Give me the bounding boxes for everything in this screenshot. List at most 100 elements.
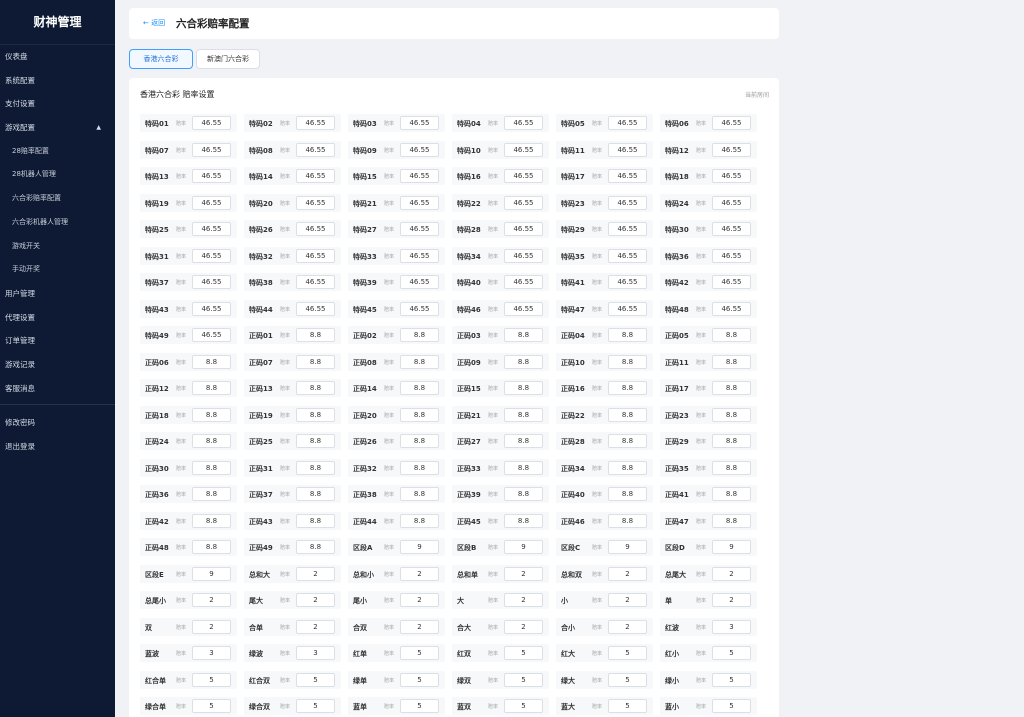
odds-input[interactable]: 8.8 [296, 434, 335, 448]
sidebar-item[interactable]: 代理设置 [0, 306, 115, 330]
odds-input[interactable]: 2 [504, 619, 543, 634]
sidebar-item[interactable]: 游戏开关 [0, 235, 115, 259]
odds-input[interactable]: 2 [608, 619, 647, 634]
odds-input[interactable]: 46.55 [296, 222, 335, 236]
sidebar-item[interactable]: 退出登录 [0, 435, 115, 459]
odds-input[interactable]: 8.8 [712, 513, 751, 528]
odds-input[interactable]: 2 [608, 593, 647, 607]
odds-input[interactable]: 8.8 [608, 487, 647, 501]
odds-input[interactable]: 8.8 [400, 328, 439, 342]
odds-input[interactable]: 2 [400, 619, 439, 634]
odds-input[interactable]: 5 [504, 672, 543, 687]
odds-input[interactable]: 8.8 [400, 460, 439, 475]
odds-input[interactable]: 46.55 [608, 169, 647, 183]
odds-input[interactable]: 46.55 [400, 301, 439, 316]
odds-input[interactable]: 2 [608, 566, 647, 581]
odds-input[interactable]: 8.8 [192, 407, 231, 422]
odds-input[interactable]: 8.8 [400, 354, 439, 369]
odds-input[interactable]: 46.55 [504, 301, 543, 316]
odds-input[interactable]: 8.8 [192, 513, 231, 528]
odds-input[interactable]: 8.8 [192, 381, 231, 395]
odds-input[interactable]: 8.8 [608, 328, 647, 342]
odds-input[interactable]: 46.55 [400, 142, 439, 157]
odds-input[interactable]: 9 [192, 566, 231, 581]
odds-input[interactable]: 8.8 [712, 328, 751, 342]
odds-input[interactable]: 46.55 [712, 301, 751, 316]
odds-input[interactable]: 8.8 [608, 434, 647, 448]
back-link[interactable]: ← 返回 [143, 18, 165, 28]
odds-input[interactable]: 2 [504, 593, 543, 607]
odds-input[interactable]: 2 [192, 619, 231, 634]
odds-input[interactable]: 5 [296, 672, 335, 687]
odds-input[interactable]: 8.8 [504, 460, 543, 475]
odds-input[interactable]: 46.55 [712, 169, 751, 183]
odds-input[interactable]: 9 [712, 540, 751, 554]
odds-input[interactable]: 8.8 [608, 354, 647, 369]
odds-input[interactable]: 46.55 [296, 116, 335, 130]
odds-input[interactable]: 5 [400, 699, 439, 713]
odds-input[interactable]: 8.8 [400, 513, 439, 528]
sidebar-item[interactable]: 系统配置 [0, 69, 115, 93]
odds-input[interactable]: 8.8 [400, 434, 439, 448]
odds-input[interactable]: 46.55 [400, 116, 439, 130]
odds-input[interactable]: 8.8 [192, 434, 231, 448]
odds-input[interactable]: 2 [192, 593, 231, 607]
odds-input[interactable]: 5 [712, 699, 751, 713]
odds-input[interactable]: 46.55 [504, 275, 543, 289]
odds-input[interactable]: 8.8 [296, 407, 335, 422]
odds-input[interactable]: 8.8 [192, 487, 231, 501]
odds-input[interactable]: 46.55 [504, 169, 543, 183]
odds-input[interactable]: 2 [400, 593, 439, 607]
odds-input[interactable]: 46.55 [296, 195, 335, 210]
odds-input[interactable]: 46.55 [712, 222, 751, 236]
odds-input[interactable]: 5 [400, 672, 439, 687]
odds-input[interactable]: 46.55 [192, 116, 231, 130]
odds-input[interactable]: 8.8 [296, 540, 335, 554]
odds-input[interactable]: 2 [296, 593, 335, 607]
odds-input[interactable]: 8.8 [504, 434, 543, 448]
odds-input[interactable]: 5 [192, 672, 231, 687]
odds-input[interactable]: 8.8 [504, 328, 543, 342]
odds-input[interactable]: 8.8 [608, 460, 647, 475]
odds-input[interactable]: 5 [296, 699, 335, 713]
odds-input[interactable]: 46.55 [608, 195, 647, 210]
odds-input[interactable]: 8.8 [192, 460, 231, 475]
odds-input[interactable]: 8.8 [504, 407, 543, 422]
odds-input[interactable]: 3 [296, 646, 335, 660]
odds-input[interactable]: 2 [712, 593, 751, 607]
odds-input[interactable]: 8.8 [296, 354, 335, 369]
odds-input[interactable]: 2 [400, 566, 439, 581]
odds-input[interactable]: 46.55 [296, 169, 335, 183]
odds-input[interactable]: 3 [712, 619, 751, 634]
odds-input[interactable]: 8.8 [192, 540, 231, 554]
odds-input[interactable]: 8.8 [504, 354, 543, 369]
odds-input[interactable]: 8.8 [400, 381, 439, 395]
sidebar-item[interactable]: 六合彩机器人管理 [0, 211, 115, 235]
sidebar-item[interactable]: 游戏配置 ▲ [0, 116, 115, 140]
odds-input[interactable]: 5 [712, 646, 751, 660]
tab-macau-lottery[interactable]: 新澳门六合彩 [196, 49, 260, 69]
odds-input[interactable]: 46.55 [712, 116, 751, 130]
sidebar-item[interactable]: 28机器人管理 [0, 163, 115, 187]
odds-input[interactable]: 9 [400, 540, 439, 554]
sidebar-item[interactable]: 修改密码 [0, 411, 115, 435]
odds-input[interactable]: 46.55 [192, 328, 231, 342]
odds-input[interactable]: 46.55 [400, 222, 439, 236]
odds-input[interactable]: 2 [712, 566, 751, 581]
odds-input[interactable]: 46.55 [296, 275, 335, 289]
odds-input[interactable]: 46.55 [504, 222, 543, 236]
odds-input[interactable]: 46.55 [192, 222, 231, 236]
sidebar-item[interactable]: 客服消息 [0, 377, 115, 401]
odds-input[interactable]: 5 [608, 699, 647, 713]
odds-input[interactable]: 3 [192, 646, 231, 660]
odds-input[interactable]: 46.55 [400, 275, 439, 289]
sidebar-item[interactable]: 订单管理 [0, 329, 115, 353]
odds-input[interactable]: 8.8 [296, 328, 335, 342]
odds-input[interactable]: 8.8 [608, 513, 647, 528]
sidebar-item[interactable]: 用户管理 [0, 282, 115, 306]
odds-input[interactable]: 9 [608, 540, 647, 554]
odds-input[interactable]: 8.8 [296, 487, 335, 501]
odds-input[interactable]: 8.8 [296, 513, 335, 528]
odds-input[interactable]: 46.55 [608, 222, 647, 236]
odds-input[interactable]: 8.8 [712, 460, 751, 475]
